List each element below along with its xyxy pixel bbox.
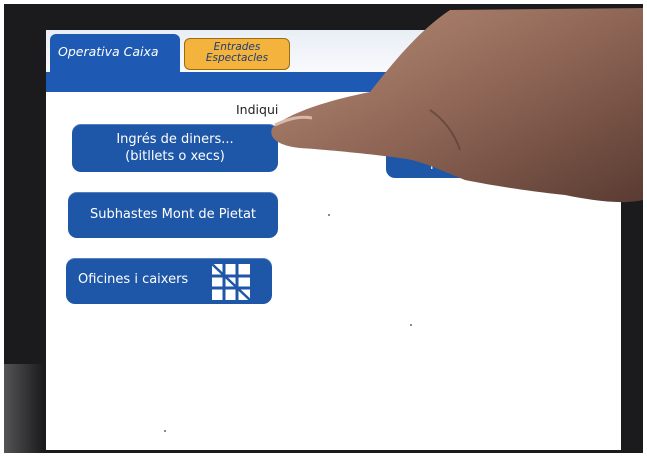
tab-operativa-caixa-label: Operativa Caixa [58,44,159,59]
tab-operativa-caixa[interactable]: Operativa Caixa [50,34,180,92]
oficines-label: Oficines i caixers [78,272,189,287]
photo-frame: Operativa Caixa Entrades Espectacles Ind… [4,4,643,453]
tab-entrades-label-line1: Entrades [213,41,261,53]
tab-entrades-label-line2: Espectacles [205,52,269,64]
subhastes-label: Subhastes Mont de Pietat [89,207,257,222]
screen-glare [4,364,44,453]
screen-speck [410,324,412,326]
kiosk-screen: Operativa Caixa Entrades Espectacles Ind… [46,30,621,450]
tab-entrades-espectacles[interactable]: Entrades Espectacles [184,38,290,70]
ingres-diners-button[interactable]: Ingrés de diners... (bitllets o xecs) [72,124,278,172]
instruction-text: Indiqui [236,102,279,117]
right-option-label-line2: Form [430,158,461,172]
oficines-caixers-button[interactable]: Oficines i caixers [66,258,272,304]
screen-speck [164,430,166,432]
right-option-label-line1: Ta [434,142,447,156]
ingres-label-line1: Ingrés de diners... [116,132,234,147]
screen-speck [328,214,330,216]
grid-map-icon [211,263,251,301]
right-option-button[interactable]: Ta Form [386,138,621,178]
ingres-label-line2: (bitllets o xecs) [125,149,225,164]
subhastes-button[interactable]: Subhastes Mont de Pietat [68,192,278,238]
